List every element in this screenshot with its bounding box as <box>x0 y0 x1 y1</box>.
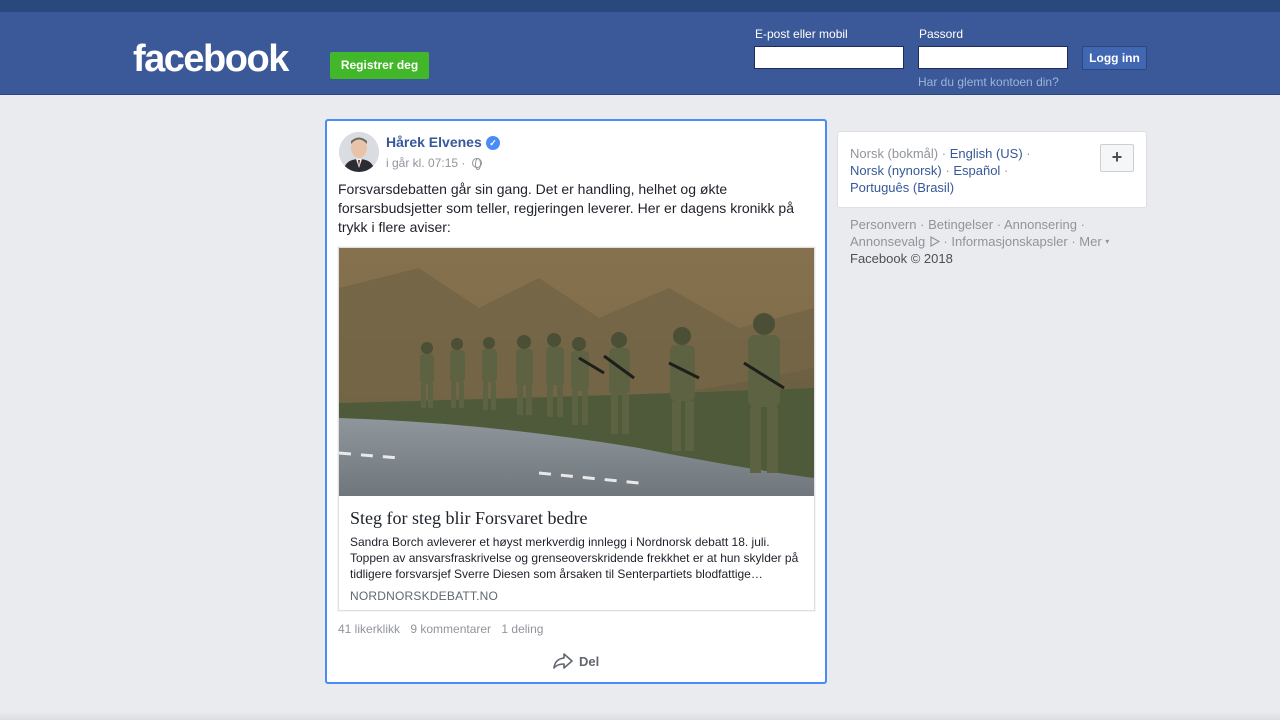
footer-terms[interactable]: Betingelser <box>928 217 993 232</box>
link-description: Sandra Borch avleverer et høyst merkverd… <box>350 535 799 581</box>
post-meta: i går kl. 07:15 · <box>386 156 482 170</box>
post-stats: 41 likerklikk 9 kommentarer 1 deling <box>338 622 550 636</box>
top-strip <box>0 0 1280 12</box>
language-current: Norsk (bokmål) <box>850 146 939 161</box>
caret-down-icon: ▾ <box>1105 237 1110 246</box>
email-field[interactable] <box>754 46 904 69</box>
share-icon <box>553 653 573 669</box>
copyright: Facebook © 2018 <box>850 251 953 266</box>
footer-more[interactable]: Mer <box>1079 234 1101 249</box>
bottom-bar <box>0 712 1280 720</box>
language-espanol[interactable]: Español <box>953 163 1000 178</box>
link-domain: NORDNORSKDEBATT.NO <box>350 589 499 603</box>
footer-ad-choices[interactable]: Annonsevalg <box>850 234 925 249</box>
more-languages-button[interactable]: + <box>1100 144 1134 172</box>
meta-separator: · <box>461 156 466 170</box>
language-portugues-brasil[interactable]: Português (Brasil) <box>850 180 954 195</box>
verified-badge-icon: ✓ <box>486 136 500 150</box>
footer-privacy[interactable]: Personvern <box>850 217 916 232</box>
comments-count[interactable]: 9 kommentarer <box>410 622 491 636</box>
login-button[interactable]: Logg inn <box>1082 46 1147 70</box>
language-english-us[interactable]: English (US) <box>950 146 1023 161</box>
footer-cookies[interactable]: Informasjonskapsler <box>951 234 1067 249</box>
link-title[interactable]: Steg for steg blir Forsvaret bedre <box>350 508 587 529</box>
share-label: Del <box>579 653 600 669</box>
password-field[interactable] <box>918 46 1068 69</box>
footer-advertising[interactable]: Annonsering <box>1004 217 1077 232</box>
share-button[interactable]: Del <box>553 653 599 669</box>
language-box: Norsk (bokmål) · English (US) · Norsk (n… <box>837 131 1147 208</box>
author-avatar[interactable] <box>339 132 379 172</box>
language-list: Norsk (bokmål) · English (US) · Norsk (n… <box>850 146 1031 195</box>
forgot-account-link[interactable]: Har du glemt kontoen din? <box>918 75 1059 89</box>
email-label: E-post eller mobil <box>755 27 848 41</box>
globe-icon <box>471 158 482 170</box>
post-timestamp[interactable]: i går kl. 07:15 <box>386 156 458 170</box>
shares-count[interactable]: 1 deling <box>501 622 543 636</box>
password-label: Passord <box>919 27 964 41</box>
register-button[interactable]: Registrer deg <box>330 52 429 79</box>
post-text: Forsvarsdebatten går sin gang. Det er ha… <box>338 181 794 235</box>
post-card: Hårek Elvenes ✓ i går kl. 07:15 · Forsva… <box>325 119 827 684</box>
header: facebook Registrer deg E-post eller mobi… <box>0 12 1280 95</box>
facebook-logo[interactable]: facebook <box>133 37 289 81</box>
likes-count[interactable]: 41 likerklikk <box>338 622 400 636</box>
ad-choices-icon <box>930 235 941 248</box>
link-preview-card[interactable]: Steg for steg blir Forsvaret bedre Sandr… <box>338 247 815 611</box>
link-preview-image[interactable] <box>339 248 814 496</box>
author-name[interactable]: Hårek Elvenes <box>386 134 482 150</box>
footer-links: Personvern · Betingelser · Annonsering ·… <box>850 217 1110 266</box>
language-norsk-nynorsk[interactable]: Norsk (nynorsk) <box>850 163 942 178</box>
